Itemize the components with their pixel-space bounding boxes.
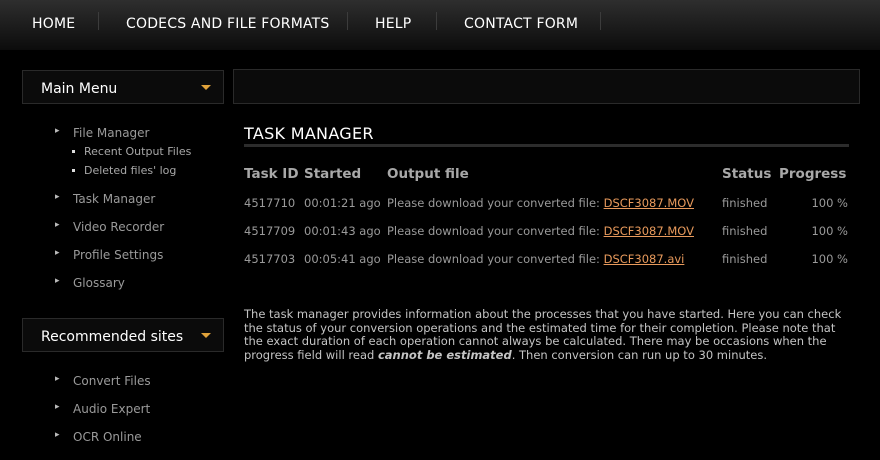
column-header-progress: Progress — [779, 166, 847, 182]
nav-help[interactable]: HELP — [375, 16, 411, 32]
sidebar-item-video-recorder[interactable]: ▸ Video Recorder — [55, 220, 165, 234]
sidebar-item-label: File Manager — [73, 126, 150, 140]
triangle-bullet-icon: ▸ — [55, 430, 60, 440]
sidebar-item-audio-expert[interactable]: ▸ Audio Expert — [55, 402, 151, 416]
sidebar-subitem-recent-output[interactable]: Recent Output Files — [72, 145, 192, 158]
column-header-started: Started — [304, 166, 362, 182]
output-prefix: Please download your converted file: — [387, 196, 600, 210]
triangle-bullet-icon: ▸ — [55, 374, 60, 384]
task-status: finished — [722, 252, 768, 266]
nav-separator — [347, 12, 348, 30]
title-divider — [244, 144, 849, 147]
sidebar-subitem-deleted-log[interactable]: Deleted files' log — [72, 164, 177, 177]
nav-separator — [98, 12, 99, 30]
top-navigation: HOME CODECS AND FILE FORMATS HELP CONTAC… — [0, 0, 880, 50]
sidebar-item-convert-files[interactable]: ▸ Convert Files — [55, 374, 151, 388]
column-header-status: Status — [722, 166, 772, 182]
task-id: 4517709 — [244, 224, 296, 238]
task-status: finished — [722, 196, 768, 210]
sidebar-item-label: Task Manager — [73, 192, 156, 206]
triangle-bullet-icon: ▸ — [55, 126, 60, 136]
sidebar-subitem-label: Recent Output Files — [84, 145, 192, 158]
sidebar-subitem-label: Deleted files' log — [84, 164, 177, 177]
nav-contact[interactable]: CONTACT FORM — [464, 16, 578, 32]
description-text-end: . Then conversion can run up to 30 minut… — [511, 347, 767, 362]
task-manager-description: The task manager provides information ab… — [244, 307, 854, 362]
task-output: Please download your converted file: DSC… — [387, 252, 684, 266]
output-prefix: Please download your converted file: — [387, 224, 600, 238]
triangle-bullet-icon: ▸ — [55, 220, 60, 230]
nav-separator — [600, 12, 601, 30]
recommended-sites-label: Recommended sites — [41, 329, 184, 345]
column-header-task-id: Task ID — [244, 166, 299, 182]
download-link[interactable]: DSCF3087.avi — [604, 252, 685, 266]
task-output: Please download your converted file: DSC… — [387, 224, 694, 238]
page-title: TASK MANAGER — [244, 124, 374, 143]
output-prefix: Please download your converted file: — [387, 252, 600, 266]
task-progress: 100 % — [811, 196, 848, 210]
sidebar-item-label: OCR Online — [73, 430, 142, 444]
chevron-down-icon — [201, 85, 211, 90]
sidebar-item-label: Glossary — [73, 276, 125, 290]
nav-separator — [436, 12, 437, 30]
sidebar-item-task-manager[interactable]: ▸ Task Manager — [55, 192, 156, 206]
sidebar-item-label: Convert Files — [73, 374, 151, 388]
triangle-bullet-icon: ▸ — [55, 248, 60, 258]
sidebar-item-profile-settings[interactable]: ▸ Profile Settings — [55, 248, 164, 262]
task-started: 00:01:43 ago — [304, 224, 381, 238]
description-emphasis: cannot be estimated — [377, 347, 512, 362]
download-link[interactable]: DSCF3087.MOV — [604, 196, 694, 210]
sidebar-item-ocr-online[interactable]: ▸ OCR Online — [55, 430, 142, 444]
bullet-icon — [72, 169, 75, 172]
recommended-sites-header[interactable]: Recommended sites — [22, 318, 224, 352]
sidebar-item-glossary[interactable]: ▸ Glossary — [55, 276, 125, 290]
task-status: finished — [722, 224, 768, 238]
task-id: 4517703 — [244, 252, 296, 266]
nav-codecs[interactable]: CODECS AND FILE FORMATS — [126, 16, 330, 32]
task-started: 00:05:41 ago — [304, 252, 381, 266]
triangle-bullet-icon: ▸ — [55, 402, 60, 412]
triangle-bullet-icon: ▸ — [55, 276, 60, 286]
column-header-output-file: Output file — [387, 166, 469, 182]
sidebar-item-label: Profile Settings — [73, 248, 164, 262]
sidebar-item-label: Video Recorder — [73, 220, 165, 234]
task-id: 4517710 — [244, 196, 296, 210]
task-output: Please download your converted file: DSC… — [387, 196, 694, 210]
nav-home[interactable]: HOME — [32, 16, 75, 32]
task-progress: 100 % — [811, 252, 848, 266]
sidebar-item-label: Audio Expert — [73, 402, 151, 416]
task-progress: 100 % — [811, 224, 848, 238]
task-started: 00:01:21 ago — [304, 196, 381, 210]
main-menu-label: Main Menu — [41, 81, 118, 97]
triangle-bullet-icon: ▸ — [55, 192, 60, 202]
sidebar-item-file-manager[interactable]: ▸ File Manager — [55, 126, 150, 140]
chevron-down-icon — [201, 333, 211, 338]
download-link[interactable]: DSCF3087.MOV — [604, 224, 694, 238]
main-menu-header[interactable]: Main Menu — [22, 70, 224, 104]
content-top-bar — [233, 69, 860, 104]
bullet-icon — [72, 150, 75, 153]
